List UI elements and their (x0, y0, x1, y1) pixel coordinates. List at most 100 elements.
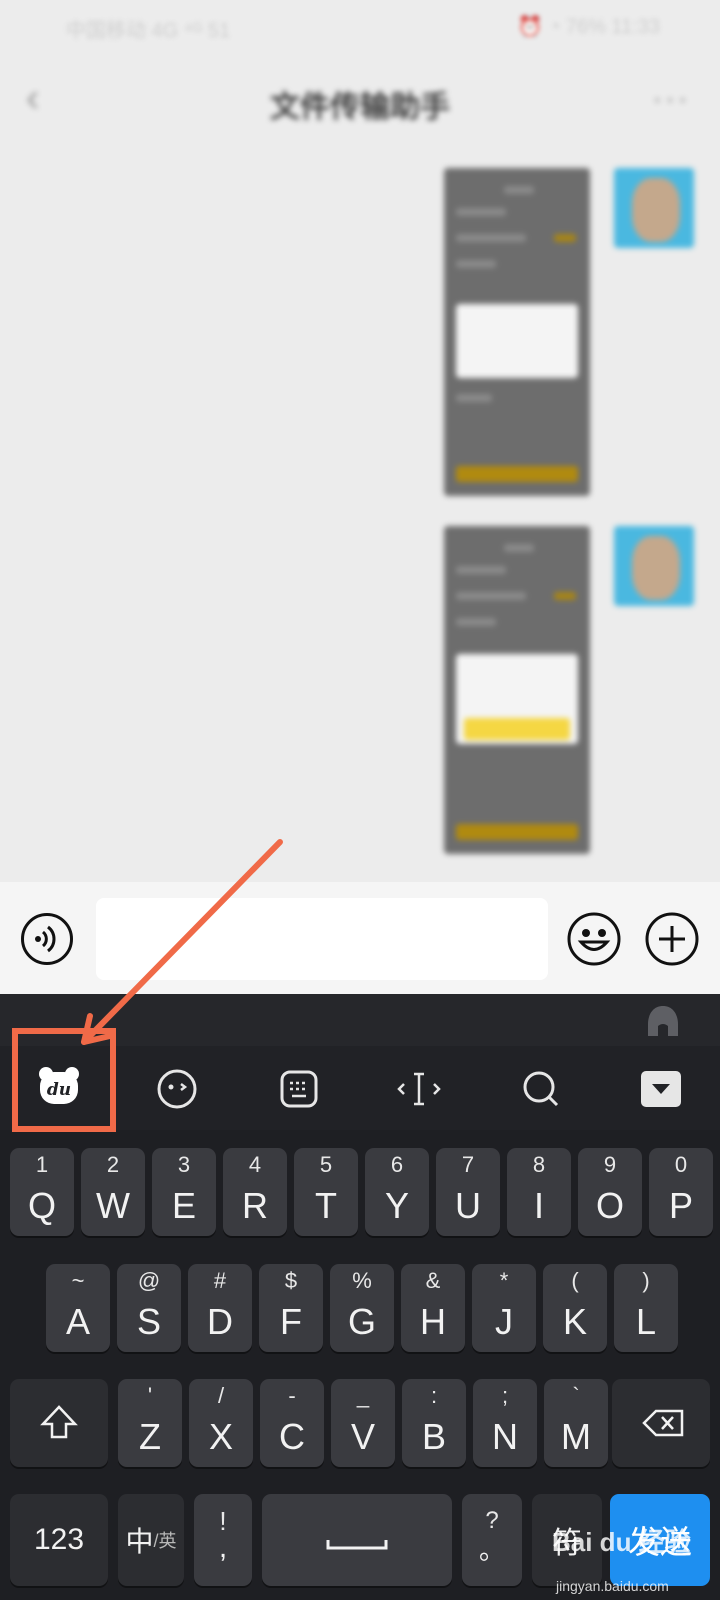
du-bear-icon[interactable]: du (37, 1064, 81, 1108)
key-secondary-label: - (288, 1383, 296, 1408)
plus-icon[interactable] (644, 911, 700, 967)
key-label: Q (27, 1185, 56, 1226)
key-secondary-label: _ (356, 1383, 370, 1408)
key-z[interactable]: ' Z (118, 1379, 182, 1467)
key-x[interactable]: / X (189, 1379, 253, 1467)
number-key-label: 123 (33, 1523, 85, 1556)
emoji-face-icon[interactable] (154, 1066, 200, 1112)
voice-icon[interactable] (21, 913, 73, 965)
carrier-text: 中国移动 4G ⁴ᴳ 51 (66, 20, 231, 42)
punctuation-key[interactable]: ! , (194, 1494, 252, 1586)
key-p[interactable]: 0P (649, 1148, 713, 1236)
backspace-key[interactable] (612, 1379, 710, 1467)
key-label: R (242, 1185, 268, 1226)
status-bar: 中国移动 4G ⁴ᴳ 51 ⏰ ◔ 76% 11:33 (0, 0, 720, 50)
search-icon[interactable] (518, 1066, 564, 1112)
key-secondary-label: 6 (390, 1152, 404, 1177)
key-d[interactable]: # D (188, 1264, 252, 1352)
question-key[interactable]: ? 。 (462, 1494, 522, 1586)
message-input[interactable] (96, 898, 548, 980)
key-f[interactable]: $ F (259, 1264, 323, 1352)
key-c[interactable]: -C (260, 1379, 324, 1467)
space-key[interactable] (262, 1494, 452, 1586)
key-label: V (350, 1416, 375, 1457)
more-dots-icon[interactable]: ··· (652, 80, 690, 117)
key-label: Z (139, 1416, 161, 1457)
key-secondary-label: 5 (319, 1152, 333, 1177)
key-secondary-label: 8 (532, 1152, 546, 1177)
key-secondary-label: $ (284, 1268, 298, 1293)
key-r[interactable]: 4R (223, 1148, 287, 1236)
key-h[interactable]: & H (401, 1264, 465, 1352)
key-a[interactable]: ~ A (46, 1264, 110, 1352)
language-switch-key[interactable]: 中 /英 (118, 1494, 184, 1586)
chat-header: ‹ 文件传输助手 ··· (0, 60, 720, 140)
key-secondary-label: ) (642, 1268, 650, 1293)
key-label: I (533, 1185, 544, 1226)
key-j[interactable]: * J (472, 1264, 536, 1352)
key-t[interactable]: 5T (294, 1148, 358, 1236)
key-secondary-label: : (430, 1383, 438, 1408)
key-secondary-label: ~ (71, 1268, 85, 1293)
key-s[interactable]: @ S (117, 1264, 181, 1352)
key-label: U (455, 1185, 481, 1226)
image-message-1[interactable] (444, 168, 590, 496)
key-b[interactable]: :B (402, 1379, 466, 1467)
key-secondary-label: 3 (177, 1152, 191, 1177)
key-secondary-label: * (499, 1268, 509, 1293)
image-message-2[interactable] (444, 526, 590, 854)
punct-bottom: , (218, 1531, 228, 1564)
emoji-icon[interactable] (566, 911, 622, 967)
key-secondary-label: 0 (674, 1152, 688, 1177)
key-secondary-label: # (213, 1268, 227, 1293)
key-secondary-label: ` (572, 1383, 580, 1408)
key-secondary-label: @ (137, 1268, 161, 1293)
key-l[interactable]: ) L (614, 1264, 678, 1352)
key-g[interactable]: % G (330, 1264, 394, 1352)
key-u[interactable]: 7U (436, 1148, 500, 1236)
avatar[interactable] (614, 168, 694, 248)
status-icons-time: ⏰ ◔ 76% 11:33 (517, 16, 660, 38)
key-label: H (420, 1301, 446, 1342)
key-y[interactable]: 6Y (365, 1148, 429, 1236)
key-secondary-label: 2 (106, 1152, 120, 1177)
baidu-watermark: Bai du 经验 (552, 1522, 691, 1559)
keyboard-layout-icon[interactable] (276, 1066, 322, 1112)
q-bottom: 。 (478, 1535, 505, 1565)
key-k[interactable]: (K (543, 1264, 607, 1352)
key-v[interactable]: _ V (331, 1379, 395, 1467)
assistant-icon[interactable] (644, 1002, 682, 1040)
avatar[interactable] (614, 526, 694, 606)
key-label: M (561, 1416, 591, 1457)
key-o[interactable]: 9O (578, 1148, 642, 1236)
number-key[interactable]: 123 (10, 1494, 108, 1586)
key-label: D (207, 1301, 233, 1342)
key-label: L (635, 1301, 657, 1342)
shift-icon (40, 1405, 78, 1439)
key-q[interactable]: 1Q (10, 1148, 74, 1236)
watermark-text: Bai du 经验 (552, 1527, 691, 1557)
shift-key[interactable] (10, 1379, 108, 1467)
chat-message-list[interactable] (0, 140, 720, 882)
key-i[interactable]: 8I (507, 1148, 571, 1236)
key-label: N (492, 1416, 518, 1457)
key-secondary-label: ; (501, 1383, 509, 1408)
cursor-icon[interactable] (396, 1066, 442, 1112)
key-m[interactable]: ` M (544, 1379, 608, 1467)
key-e[interactable]: 3E (152, 1148, 216, 1236)
key-label: F (280, 1301, 302, 1342)
key-secondary-label: % (352, 1268, 372, 1293)
key-label: E (171, 1185, 196, 1226)
key-secondary-label: & (425, 1268, 441, 1293)
backspace-icon (642, 1409, 684, 1437)
key-label: A (65, 1301, 90, 1342)
hide-keyboard-icon[interactable] (638, 1066, 684, 1112)
key-label: B (421, 1416, 446, 1457)
lang-main: 中 (125, 1526, 154, 1557)
space-bar-icon (326, 1540, 388, 1550)
key-secondary-label: 1 (35, 1152, 49, 1177)
key-w[interactable]: 2W (81, 1148, 145, 1236)
key-label: W (96, 1185, 130, 1226)
key-n[interactable]: ; N (473, 1379, 537, 1467)
keyboard-top-strip (0, 994, 720, 1046)
